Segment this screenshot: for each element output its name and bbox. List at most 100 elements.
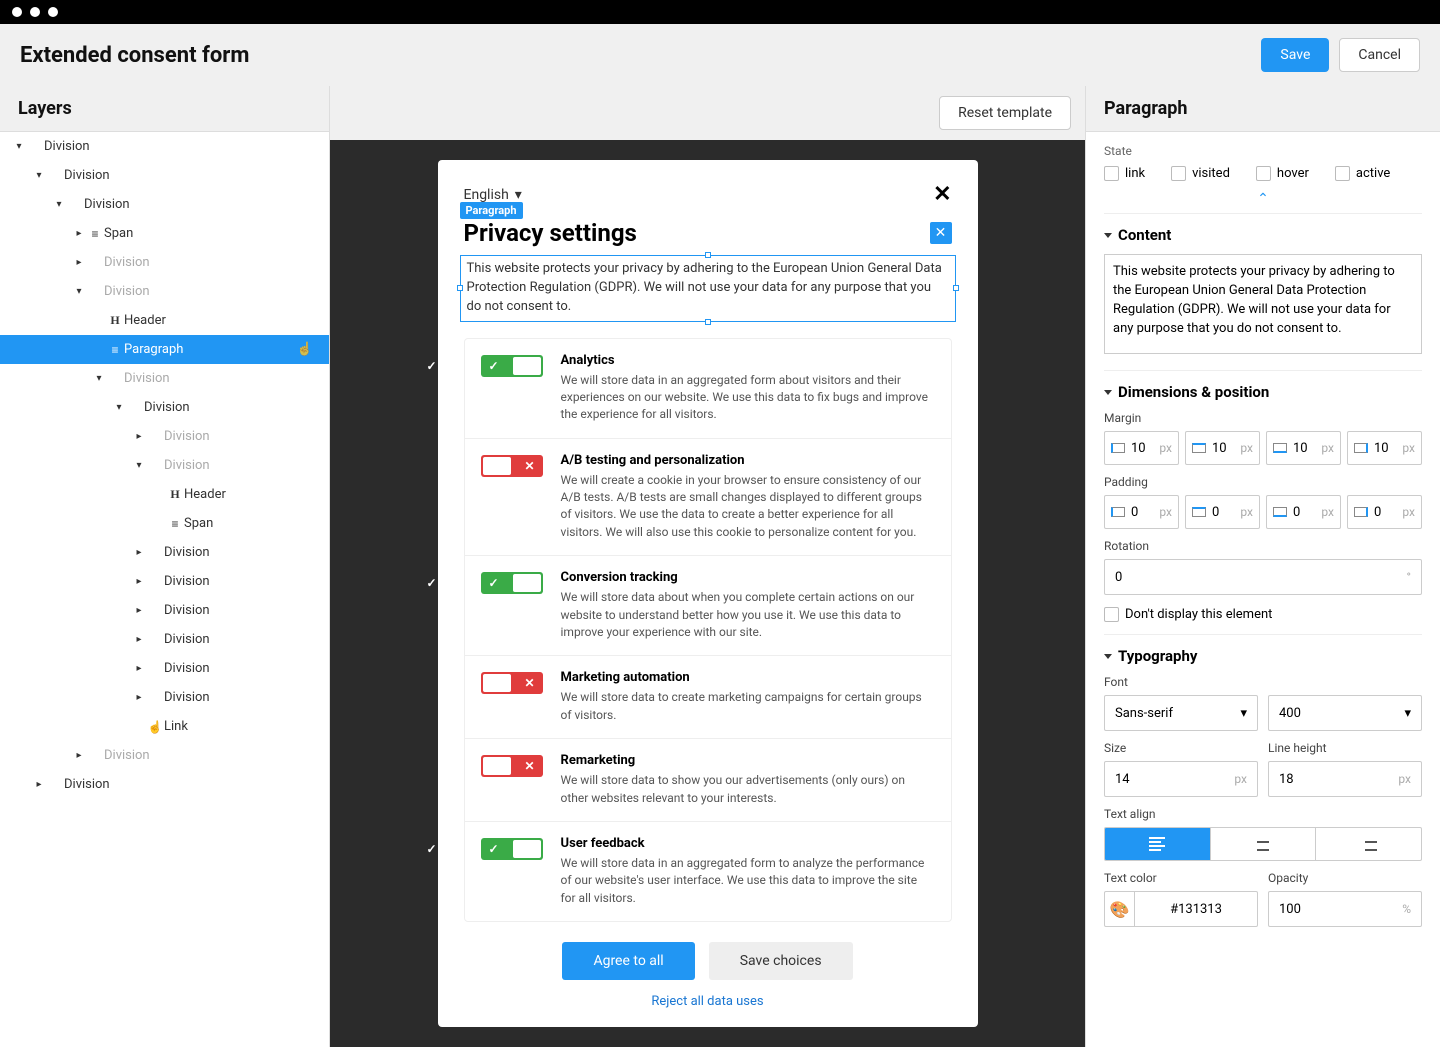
caret-icon[interactable]: ▾ [52, 199, 66, 210]
caret-icon[interactable]: ▸ [132, 634, 146, 645]
layers-tree[interactable]: ▾Division▾Division▾Division▸≡Span▸Divisi… [0, 132, 329, 1047]
tree-item-division[interactable]: ▸Division [0, 741, 329, 770]
state-active-checkbox[interactable]: active [1335, 166, 1390, 181]
box-value[interactable] [1131, 505, 1159, 520]
caret-icon[interactable]: ▾ [92, 373, 106, 384]
resize-handle-icon[interactable] [457, 285, 463, 291]
padding-row-input[interactable]: px [1104, 495, 1179, 529]
tree-item-division[interactable]: ▾Division [0, 161, 329, 190]
tree-item-division[interactable]: ▸Division [0, 596, 329, 625]
palette-icon[interactable]: 🎨 [1105, 892, 1135, 926]
box-value[interactable] [1374, 505, 1402, 520]
resize-handle-icon[interactable] [953, 285, 959, 291]
caret-icon[interactable]: ▸ [132, 431, 146, 442]
align-center-button[interactable] [1211, 828, 1317, 860]
state-link-checkbox[interactable]: link [1104, 166, 1145, 181]
box-value[interactable] [1212, 505, 1240, 520]
font-select[interactable]: Sans-serif▾ [1104, 695, 1258, 731]
reset-template-button[interactable]: Reset template [939, 96, 1071, 130]
font-size-input[interactable]: 14px [1104, 761, 1258, 797]
consent-toggle[interactable]: ✕ [481, 455, 543, 477]
margin-row-input[interactable]: px [1347, 431, 1422, 465]
tree-item-division[interactable]: ▸Division [0, 683, 329, 712]
tree-item-division[interactable]: ▾Division [0, 451, 329, 480]
tree-item-division[interactable]: ▾Division [0, 393, 329, 422]
dimensions-section-header[interactable]: Dimensions & position [1104, 383, 1422, 401]
state-visited-checkbox[interactable]: visited [1171, 166, 1230, 181]
resize-handle-icon[interactable] [705, 319, 711, 325]
padding-row-input[interactable]: px [1266, 495, 1341, 529]
tree-item-division[interactable]: ▸Division [0, 567, 329, 596]
tree-item-link[interactable]: ☝Link [0, 712, 329, 741]
tree-item-division[interactable]: ▸Division [0, 538, 329, 567]
traffic-light-icon[interactable] [30, 7, 40, 17]
caret-icon[interactable]: ▸ [72, 257, 86, 268]
text-color-input[interactable]: 🎨 #131313 [1104, 891, 1258, 927]
tree-item-division[interactable]: ▾Division [0, 277, 329, 306]
align-right-button[interactable] [1316, 828, 1421, 860]
reject-all-link[interactable]: Reject all data uses [464, 994, 952, 1009]
rotation-input[interactable]: 0° [1104, 559, 1422, 595]
cancel-button[interactable]: Cancel [1339, 38, 1420, 72]
tree-item-span[interactable]: ≡Span [0, 509, 329, 538]
margin-row-input[interactable]: px [1185, 431, 1260, 465]
tree-item-division[interactable]: ▸Division [0, 654, 329, 683]
align-left-button[interactable] [1105, 828, 1211, 860]
dont-display-checkbox[interactable]: Don't display this element [1104, 607, 1422, 622]
state-hover-checkbox[interactable]: hover [1256, 166, 1309, 181]
close-icon[interactable]: ✕ [933, 182, 951, 207]
traffic-light-icon[interactable] [48, 7, 58, 17]
caret-icon[interactable]: ▾ [72, 286, 86, 297]
caret-icon[interactable]: ▸ [132, 663, 146, 674]
tree-item-span[interactable]: ▸≡Span [0, 219, 329, 248]
delete-element-button[interactable]: ✕ [930, 222, 952, 244]
caret-icon[interactable]: ▾ [112, 402, 126, 413]
caret-icon[interactable]: ▾ [132, 460, 146, 471]
resize-handle-icon[interactable] [705, 252, 711, 258]
caret-icon[interactable]: ▸ [72, 228, 86, 239]
tree-item-division[interactable]: ▸Division [0, 422, 329, 451]
box-value[interactable] [1293, 505, 1321, 520]
caret-icon[interactable]: ▸ [132, 692, 146, 703]
box-value[interactable] [1131, 441, 1159, 456]
caret-icon[interactable]: ▾ [32, 170, 46, 181]
agree-all-button[interactable]: Agree to all [562, 942, 694, 980]
content-textarea[interactable] [1104, 254, 1422, 354]
caret-icon[interactable]: ▸ [72, 750, 86, 761]
tree-item-paragraph[interactable]: ≡Paragraph☝ [0, 335, 329, 364]
typography-section-header[interactable]: Typography [1104, 647, 1422, 665]
consent-toggle[interactable]: ✕ [481, 672, 543, 694]
box-value[interactable] [1212, 441, 1240, 456]
save-choices-button[interactable]: Save choices [709, 942, 853, 980]
tree-item-division[interactable]: ▾Division [0, 132, 329, 161]
collapse-caret-icon[interactable]: ⌃ [1104, 191, 1422, 213]
tree-item-header[interactable]: HHeader [0, 480, 329, 509]
padding-row-input[interactable]: px [1347, 495, 1422, 529]
caret-icon[interactable]: ▾ [12, 141, 26, 152]
margin-row-input[interactable]: px [1266, 431, 1341, 465]
tree-item-division[interactable]: ▸Division [0, 625, 329, 654]
tree-item-division[interactable]: ▸Division [0, 770, 329, 799]
caret-icon[interactable]: ▸ [132, 605, 146, 616]
font-weight-select[interactable]: 400▾ [1268, 695, 1422, 731]
caret-icon[interactable]: ▸ [132, 576, 146, 587]
save-button[interactable]: Save [1261, 38, 1329, 72]
traffic-light-icon[interactable] [12, 7, 22, 17]
selected-paragraph[interactable]: This website protects your privacy by ad… [460, 255, 956, 322]
margin-row-input[interactable]: px [1104, 431, 1179, 465]
opacity-input[interactable]: 100% [1268, 891, 1422, 927]
tree-item-division[interactable]: ▾Division [0, 364, 329, 393]
tree-item-division[interactable]: ▾Division [0, 190, 329, 219]
lineheight-input[interactable]: 18px [1268, 761, 1422, 797]
language-selector[interactable]: English▾ [464, 187, 522, 203]
caret-icon[interactable]: ▸ [132, 547, 146, 558]
padding-row-input[interactable]: px [1185, 495, 1260, 529]
consent-toggle[interactable]: ✓ [481, 355, 543, 377]
tree-item-header[interactable]: HHeader [0, 306, 329, 335]
tree-item-division[interactable]: ▸Division [0, 248, 329, 277]
consent-toggle[interactable]: ✓ [481, 838, 543, 860]
box-value[interactable] [1293, 441, 1321, 456]
caret-icon[interactable]: ▸ [32, 779, 46, 790]
consent-toggle[interactable]: ✓ [481, 572, 543, 594]
box-value[interactable] [1374, 441, 1402, 456]
